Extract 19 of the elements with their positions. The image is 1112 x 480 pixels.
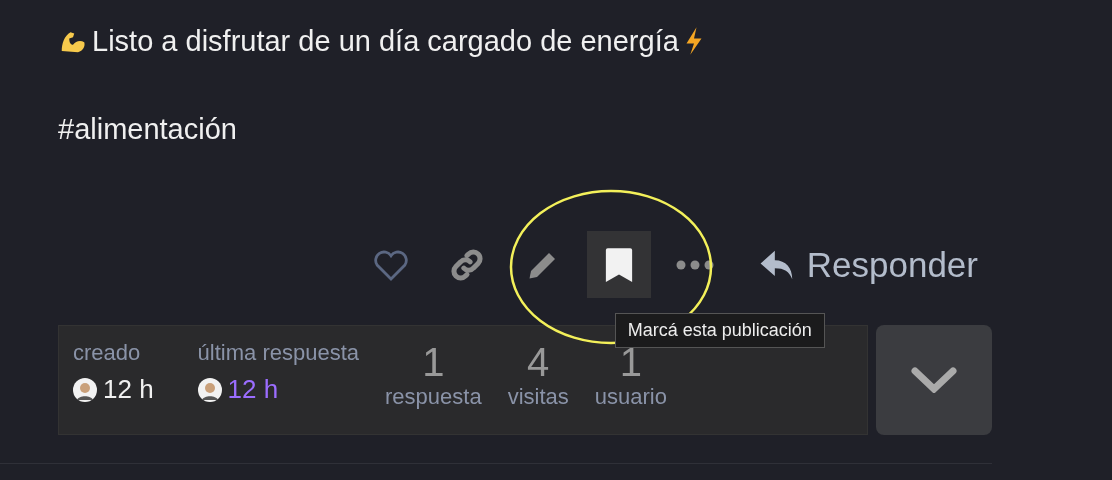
created-time: 12 h bbox=[103, 374, 154, 405]
chevron-down-icon bbox=[911, 367, 957, 393]
avatar-icon bbox=[73, 377, 97, 402]
stat-label: respuesta bbox=[385, 384, 482, 410]
last-reply-time[interactable]: 12 h bbox=[227, 374, 279, 405]
expand-button[interactable] bbox=[876, 325, 992, 435]
avatar-icon bbox=[197, 377, 222, 402]
tooltip: Marcá esta publicación bbox=[614, 313, 825, 348]
stat-label: visitas bbox=[507, 384, 569, 410]
post-text: Listo a disfrutar de un día cargado de energía bbox=[92, 24, 679, 58]
more-icon bbox=[675, 259, 714, 270]
stat-label: usuario bbox=[594, 384, 667, 410]
hashtag-link[interactable]: #alimentación bbox=[58, 112, 237, 146]
bookmark-icon bbox=[603, 245, 634, 284]
last-reply-label: última respuesta bbox=[197, 340, 360, 366]
stat-count: 4 bbox=[527, 340, 550, 384]
reply-button[interactable]: Responder bbox=[738, 231, 978, 298]
stat-count: 1 bbox=[422, 340, 445, 384]
created-label: creado bbox=[73, 340, 142, 366]
